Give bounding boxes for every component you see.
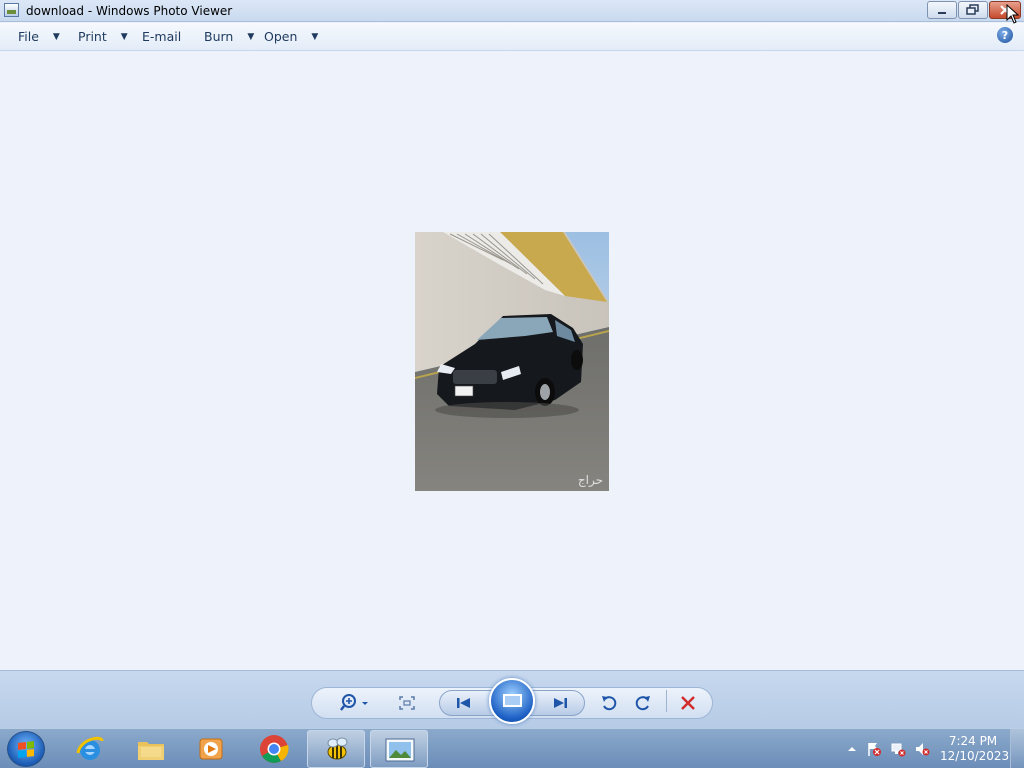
chevron-down-icon: ▼ [311, 31, 319, 42]
rotate-ccw-icon [602, 696, 617, 711]
menu-email-label: E-mail [142, 29, 182, 44]
windows-logo-icon [18, 741, 34, 758]
bee-icon [327, 737, 348, 760]
menu-file[interactable]: File ▼ [18, 29, 60, 44]
taskbar: 7:24 PM 12/10/2023 [0, 728, 1024, 768]
slideshow-button[interactable] [489, 678, 535, 724]
slideshow-icon [503, 694, 522, 707]
network-icon[interactable] [890, 741, 906, 757]
menu-open[interactable]: Open ▼ [264, 29, 318, 44]
chevron-down-icon: ▼ [120, 31, 128, 42]
actual-size-icon [399, 696, 415, 710]
controls-separator [666, 690, 667, 712]
next-icon [554, 698, 567, 708]
delete-x-icon [681, 696, 695, 710]
magnifier-icon [340, 694, 368, 711]
previous-button[interactable] [451, 691, 477, 715]
taskbar-photo-viewer-button[interactable] [370, 730, 428, 768]
menu-burn-label: Burn [204, 29, 234, 44]
menu-print[interactable]: Print ▼ [78, 29, 128, 44]
menu-file-label: File [18, 29, 39, 44]
mouse-cursor-icon [1006, 4, 1020, 24]
menu-bar: File ▼ Print ▼ E-mail Burn ▼ Open ▼ ? [0, 23, 1024, 51]
actual-size-button[interactable] [394, 691, 420, 715]
rotate-cw-icon [635, 696, 650, 711]
system-clock[interactable]: 7:24 PM 12/10/2023 [940, 734, 1010, 764]
chevron-down-icon: ▼ [52, 31, 60, 42]
minimize-button[interactable] [927, 1, 957, 19]
photo-watermark: حراج [577, 473, 603, 487]
rotate-clockwise-button[interactable] [630, 691, 656, 715]
menu-open-label: Open [264, 29, 298, 44]
photo-viewer-app-icon[interactable] [4, 3, 19, 17]
image-viewing-area[interactable]: حراج [0, 52, 1024, 670]
zoom-button[interactable] [338, 691, 372, 715]
show-hidden-icons-arrow-icon[interactable] [844, 741, 860, 757]
show-desktop-button[interactable] [1010, 729, 1024, 768]
displayed-photo[interactable]: حراج [415, 232, 609, 491]
delete-button[interactable] [675, 691, 701, 715]
rotate-counterclockwise-button[interactable] [596, 691, 622, 715]
menu-print-label: Print [78, 29, 107, 44]
next-button[interactable] [547, 691, 573, 715]
title-bar: download - Windows Photo Viewer [0, 0, 1024, 22]
restore-button[interactable] [958, 1, 988, 19]
windows-explorer-icon[interactable] [135, 733, 167, 765]
help-icon[interactable]: ? [997, 27, 1013, 43]
minimize-icon [938, 12, 946, 14]
action-center-flag-icon[interactable] [866, 741, 882, 757]
menu-burn[interactable]: Burn ▼ [204, 29, 254, 44]
menu-email[interactable]: E-mail [142, 29, 181, 44]
restore-icon [966, 4, 979, 15]
volume-muted-icon[interactable] [914, 741, 930, 757]
window-title: download - Windows Photo Viewer [26, 4, 233, 18]
start-button[interactable] [7, 731, 45, 767]
clock-time: 7:24 PM [948, 734, 998, 748]
previous-icon [457, 698, 470, 708]
car-photo-image [415, 232, 609, 491]
photo-viewer-icon [385, 738, 415, 762]
media-player-icon[interactable] [196, 733, 228, 765]
chevron-down-icon: ▼ [247, 31, 255, 42]
taskbar-bee-app-button[interactable] [307, 730, 365, 768]
internet-explorer-icon[interactable] [74, 733, 106, 765]
chrome-icon[interactable] [258, 733, 290, 765]
clock-date: 12/10/2023 [940, 749, 1010, 763]
